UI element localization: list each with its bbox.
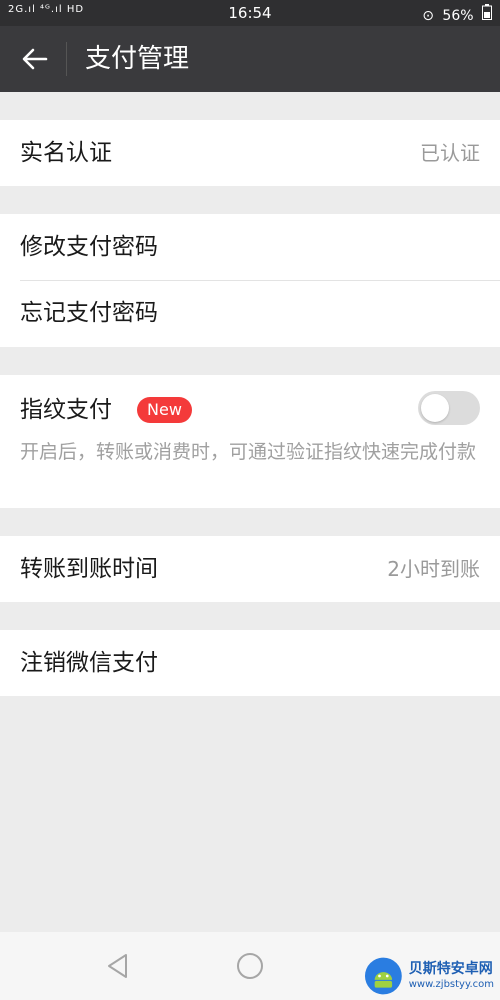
circle-home-icon: [237, 953, 263, 979]
change-password-row[interactable]: 修改支付密码: [0, 214, 500, 280]
transfer-time-section: 转账到账时间 2小时到账: [0, 536, 500, 602]
header-divider: [66, 42, 67, 76]
watermark-url: www.zjbstyy.com: [408, 979, 494, 990]
real-name-section: 实名认证 已认证: [0, 120, 500, 186]
arrow-left-icon: [22, 48, 48, 70]
cancel-wechat-pay-row[interactable]: 注销微信支付: [0, 630, 500, 696]
watermark: 贝斯特安卓网 www.zjbstyy.com: [364, 955, 494, 997]
watermark-text: 贝斯特安卓网 www.zjbstyy.com: [409, 960, 494, 992]
change-password-label: 修改支付密码: [20, 234, 158, 260]
nav-home-button[interactable]: [234, 950, 266, 982]
watermark-title: 贝斯特安卓网: [408, 961, 493, 977]
battery-icon: [482, 4, 492, 24]
fingerprint-description: 开启后，转账或消费时，可通过验证指纹快速完成付款: [20, 441, 477, 463]
real-name-label: 实名认证: [20, 140, 112, 166]
lock-rotation-icon: ⊙: [422, 8, 434, 24]
android-logo-icon: [364, 957, 402, 995]
nav-back-button[interactable]: [102, 950, 134, 982]
real-name-status: 已认证: [420, 141, 480, 165]
transfer-time-value: 2小时到账: [387, 557, 480, 581]
transfer-time-label: 转账到账时间: [20, 556, 158, 582]
transfer-time-row[interactable]: 转账到账时间 2小时到账: [0, 536, 500, 602]
triangle-back-icon: [108, 954, 127, 978]
toggle-knob: [421, 394, 449, 422]
real-name-row[interactable]: 实名认证 已认证: [0, 120, 500, 186]
page-title: 支付管理: [85, 44, 190, 74]
forgot-password-label: 忘记支付密码: [20, 300, 158, 326]
password-section: 修改支付密码 忘记支付密码: [0, 214, 500, 347]
cancel-wechat-pay-label: 注销微信支付: [20, 650, 158, 676]
fingerprint-label: 指纹支付: [20, 397, 112, 423]
status-right: ⊙ 56%: [418, 4, 492, 24]
back-button[interactable]: [18, 42, 52, 76]
forgot-password-row[interactable]: 忘记支付密码: [0, 280, 500, 346]
cancel-pay-section: 注销微信支付: [0, 630, 500, 696]
fingerprint-section: 指纹支付 New 开启后，转账或消费时，可通过验证指纹快速完成付款: [0, 375, 500, 508]
status-bar: 2G.ıl ⁴ᴳ.ıl HD 16:54 ⊙ 56%: [0, 0, 500, 26]
battery-percent: 56%: [442, 8, 474, 24]
fingerprint-toggle[interactable]: [418, 391, 480, 425]
app-header: 支付管理: [0, 26, 500, 92]
new-badge: New: [137, 397, 192, 423]
